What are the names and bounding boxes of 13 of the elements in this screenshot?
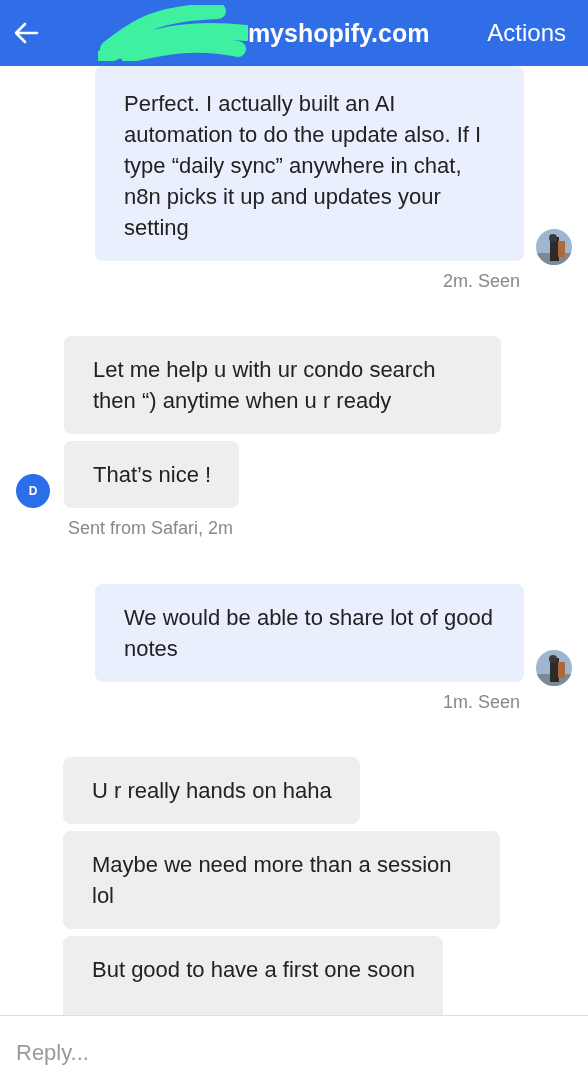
message-bubble: Perfect. I actually built an AI automation to do the update also. If I type “daily sync” anywhere in chat, n8n picks it up and updates your setting	[95, 66, 524, 261]
message-bubble: But good to have a first one soon	[63, 936, 443, 1015]
message-bubble: U r really hands on haha	[63, 757, 360, 824]
message-meta: Sent from Safari, 2m	[68, 518, 234, 539]
message-bubble: We would be able to share lot of good notes	[95, 584, 524, 682]
message-bubble: Let me help u with ur condo search then “) anytime when u r ready	[64, 336, 501, 434]
message-meta: 2m. Seen	[442, 271, 520, 292]
actions-button[interactable]: Actions	[487, 19, 566, 47]
store-domain-title: myshopify.com	[247, 18, 430, 48]
message-bubble: Maybe we need more than a session lol	[63, 831, 500, 929]
message-meta: 1m. Seen	[442, 692, 520, 713]
message-bubble: That’s nice !	[64, 441, 240, 508]
contact-avatar: D	[16, 474, 50, 508]
